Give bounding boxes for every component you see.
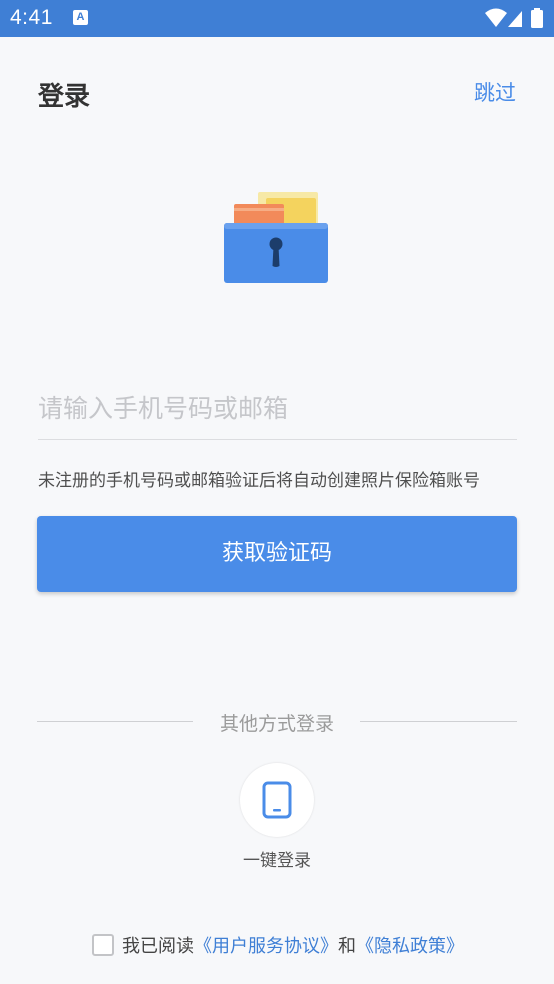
photo-safe-lock-icon — [222, 190, 332, 290]
agreement-prefix: 我已阅读 — [122, 936, 194, 957]
battery-icon — [531, 8, 543, 28]
one-click-login-label: 一键登录 — [243, 851, 311, 871]
get-code-button[interactable]: 获取验证码 — [37, 516, 517, 592]
agreement-row: 我已阅读《用户服务协议》和《隐私政策》 — [92, 932, 464, 957]
one-click-login-button[interactable] — [240, 763, 314, 837]
account-input-wrapper — [38, 382, 517, 440]
notification-a-icon: A — [73, 10, 88, 25]
status-bar: 4:41 A — [0, 0, 554, 37]
user-agreement-link[interactable]: 《用户服务协议》 — [194, 936, 338, 957]
register-hint: 未注册的手机号码或邮箱验证后将自动创建照片保险箱账号 — [38, 471, 480, 491]
agreement-checkbox[interactable] — [92, 934, 114, 956]
phone-icon — [262, 781, 292, 819]
privacy-policy-link[interactable]: 《隐私政策》 — [356, 936, 464, 957]
agreement-and: 和 — [338, 936, 356, 957]
skip-button[interactable]: 跳过 — [474, 77, 516, 107]
other-login-label: 其他方式登录 — [219, 713, 334, 735]
account-input[interactable] — [38, 382, 517, 434]
signal-icon — [508, 11, 522, 27]
wifi-icon — [485, 8, 507, 27]
page-title: 登录 — [38, 82, 91, 112]
status-time: 4:41 — [10, 6, 53, 29]
